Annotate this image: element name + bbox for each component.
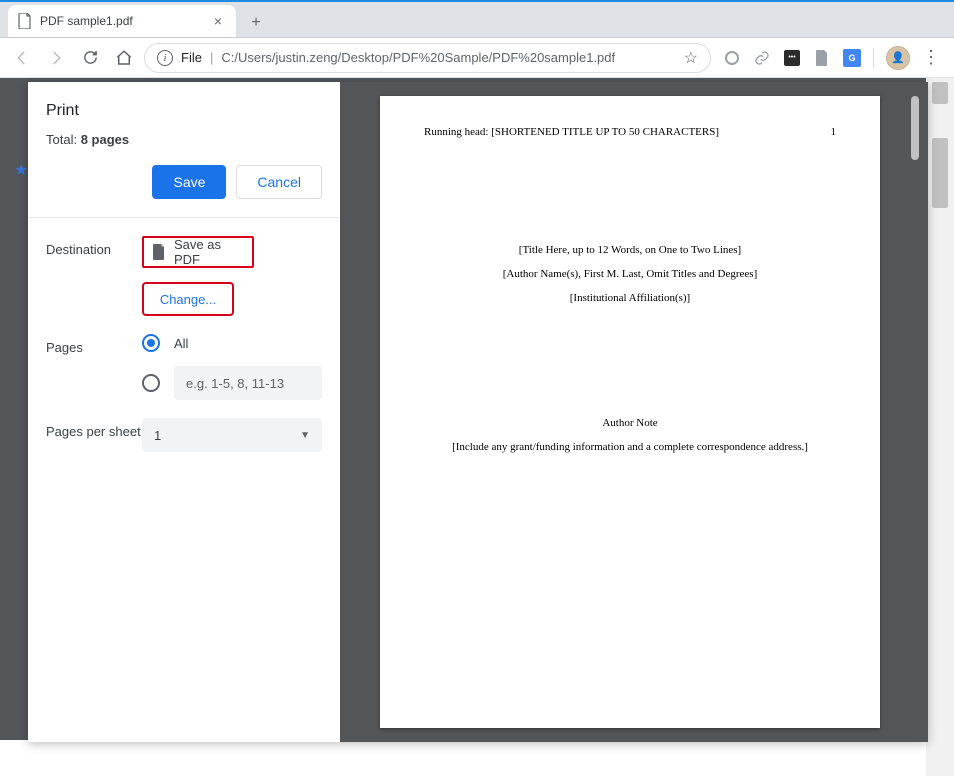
print-settings-panel: Print Total: 8 pages Save Cancel Destina… [28, 82, 340, 742]
destination-value[interactable]: Save as PDF [142, 236, 254, 268]
reload-button[interactable] [76, 44, 104, 72]
bookmarks-bar-star-icon[interactable]: ★ [14, 160, 28, 180]
pages-per-sheet-select[interactable]: 1 ▼ [142, 418, 322, 452]
chrome-menu-button[interactable]: ⋮ [922, 47, 940, 68]
address-bar[interactable]: i File | C:/Users/justin.zeng/Desktop/PD… [144, 43, 711, 73]
tab-close-button[interactable]: × [210, 13, 226, 29]
title-block: [Title Here, up to 12 Words, on One to T… [424, 238, 836, 311]
bookmark-star-icon[interactable]: ☆ [684, 48, 698, 68]
pdf-file-icon [152, 244, 166, 260]
doc-author-line: [Author Name(s), First M. Last, Omit Tit… [424, 262, 836, 286]
destination-value-text: Save as PDF [174, 237, 244, 267]
address-scheme: File [181, 50, 202, 65]
toolbar-divider [873, 48, 874, 68]
file-icon [18, 13, 32, 29]
print-preview-pane: Running head: [SHORTENED TITLE UP TO 50 … [340, 82, 928, 742]
cancel-button[interactable]: Cancel [236, 165, 322, 199]
radio-checked-icon [142, 334, 160, 352]
new-tab-button[interactable]: + [242, 9, 270, 37]
preview-page-number: 1 [831, 126, 837, 138]
pages-all-label: All [174, 336, 188, 351]
print-total: Total: 8 pages [46, 132, 322, 147]
pages-per-sheet-value: 1 [154, 428, 161, 443]
preview-scrollbar[interactable] [908, 96, 922, 728]
pages-per-sheet-row: Pages per sheet 1 ▼ [46, 400, 322, 452]
forward-button[interactable] [42, 44, 70, 72]
browser-tab[interactable]: PDF sample1.pdf × [8, 5, 236, 37]
pages-range-option[interactable]: e.g. 1-5, 8, 11-13 [142, 366, 322, 400]
pages-per-sheet-label: Pages per sheet [46, 418, 142, 441]
grant-info-line: [Include any grant/funding information a… [424, 435, 836, 459]
content-area: ★ Print Total: 8 pages Save Cancel Desti… [0, 78, 954, 776]
pages-label: Pages [46, 334, 142, 355]
address-separator: | [210, 50, 213, 65]
running-head-row: Running head: [SHORTENED TITLE UP TO 50 … [424, 126, 836, 138]
scrollbar-thumb[interactable] [911, 96, 919, 160]
running-head-text: Running head: [SHORTENED TITLE UP TO 50 … [424, 126, 719, 138]
destination-label: Destination [46, 236, 142, 257]
address-path: C:/Users/justin.zeng/Desktop/PDF%20Sampl… [221, 50, 615, 65]
destination-row: Destination Save as PDF Change... [46, 218, 322, 316]
preview-page: Running head: [SHORTENED TITLE UP TO 50 … [380, 96, 880, 728]
browser-toolbar: i File | C:/Users/justin.zeng/Desktop/PD… [0, 38, 954, 78]
author-note-block: Author Note [Include any grant/funding i… [424, 411, 836, 459]
chevron-down-icon: ▼ [300, 430, 310, 441]
ext-translate-icon[interactable]: G [843, 49, 861, 67]
doc-title-line: [Title Here, up to 12 Words, on One to T… [424, 238, 836, 262]
back-button[interactable] [8, 44, 36, 72]
tab-strip: PDF sample1.pdf × + [0, 2, 954, 38]
radio-unchecked-icon [142, 374, 160, 392]
pages-all-option[interactable]: All [142, 334, 322, 352]
scrollbar-thumb[interactable] [932, 82, 948, 104]
ext-link-icon[interactable] [753, 49, 771, 67]
home-button[interactable] [110, 44, 138, 72]
author-note-heading: Author Note [424, 411, 836, 435]
ext-circle-icon[interactable] [723, 49, 741, 67]
ext-dark-square-icon[interactable]: ••• [783, 49, 801, 67]
change-destination-button[interactable]: Change... [142, 282, 234, 316]
print-dialog: Print Total: 8 pages Save Cancel Destina… [28, 82, 928, 742]
tab-title: PDF sample1.pdf [40, 14, 202, 28]
ext-pdf-icon[interactable] [813, 49, 831, 67]
site-info-icon[interactable]: i [157, 50, 173, 66]
save-button[interactable]: Save [152, 165, 226, 199]
doc-affiliation-line: [Institutional Affiliation(s)] [424, 286, 836, 310]
scrollbar-thumb[interactable] [932, 138, 948, 208]
print-total-prefix: Total: [46, 132, 81, 147]
extension-icons: ••• G 👤 ⋮ [717, 46, 946, 70]
print-total-value: 8 pages [81, 132, 129, 147]
print-action-row: Save Cancel [28, 165, 340, 218]
pages-row: Pages All e.g. 1-5, 8, 11-13 [46, 316, 322, 400]
page-scrollbar[interactable] [926, 78, 954, 776]
print-title: Print [46, 102, 322, 120]
profile-avatar[interactable]: 👤 [886, 46, 910, 70]
pages-range-input[interactable]: e.g. 1-5, 8, 11-13 [174, 366, 322, 400]
